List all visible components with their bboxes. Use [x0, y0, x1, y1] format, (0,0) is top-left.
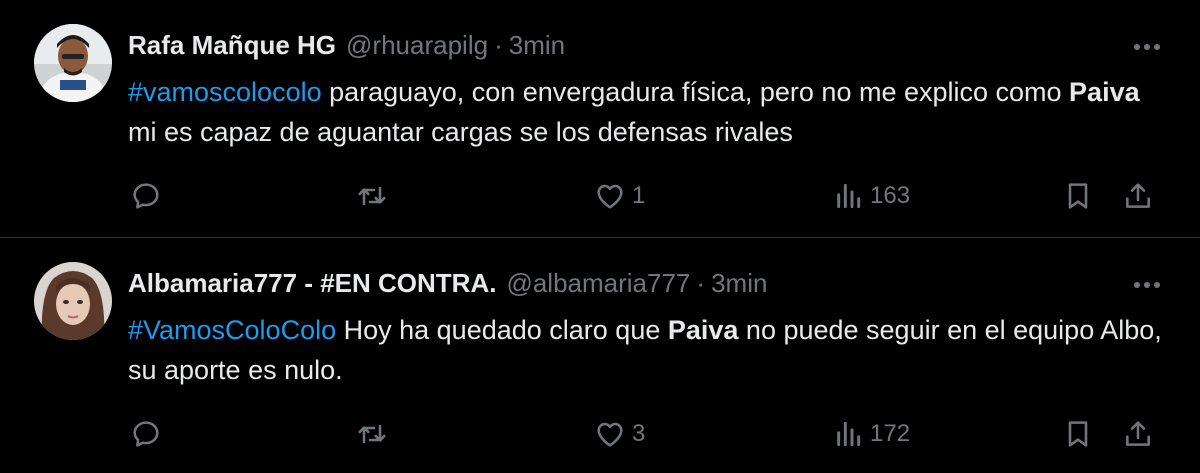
- retweet-button[interactable]: [356, 414, 388, 454]
- like-icon: [597, 184, 623, 209]
- timestamp[interactable]: 3min: [711, 268, 767, 299]
- avatar[interactable]: [34, 262, 112, 340]
- tweet-text-bold: Paiva: [667, 315, 739, 345]
- tweet-header: Rafa Mañque HG @rhuarapilg · 3min: [128, 28, 565, 62]
- reply-icon: [133, 183, 159, 209]
- reply-button[interactable]: [130, 414, 162, 454]
- retweet-icon: [358, 424, 386, 444]
- views-icon: [837, 183, 861, 209]
- bookmark-icon: [1068, 183, 1088, 209]
- views-count: 163: [870, 182, 911, 209]
- like-count: 3: [632, 420, 646, 447]
- timestamp[interactable]: 3min: [509, 30, 565, 61]
- views-count: 172: [870, 420, 911, 447]
- views-icon: [837, 421, 861, 447]
- share-button[interactable]: [1122, 176, 1154, 216]
- tweet-text-bold: Paiva: [1069, 77, 1140, 107]
- retweet-button[interactable]: [356, 176, 388, 216]
- tweet-text: #VamosColoColo Hoy ha quedado claro que …: [128, 310, 1168, 390]
- share-icon: [1126, 421, 1150, 446]
- hashtag-link[interactable]: #VamosColoColo: [128, 315, 336, 345]
- user-handle[interactable]: @albamaria777: [506, 268, 690, 299]
- display-name[interactable]: Rafa Mañque HG: [128, 30, 336, 61]
- tweet-text: #vamoscolocolo paraguayo, con envergadur…: [128, 72, 1168, 152]
- tweet-text-part: paraguayo, con envergadura física, pero …: [321, 77, 1070, 107]
- share-icon: [1126, 183, 1150, 208]
- views-button[interactable]: 163: [832, 176, 910, 216]
- action-bar: 1 163: [128, 176, 1168, 216]
- bookmark-icon: [1068, 421, 1088, 447]
- more-icon[interactable]: [1130, 30, 1164, 64]
- separator: ·: [696, 267, 706, 298]
- avatar-photo: [34, 24, 112, 102]
- avatar-photo: [34, 262, 112, 340]
- tweet[interactable]: Albamaria777 - #EN CONTRA. @albamaria777…: [0, 238, 1200, 473]
- bookmark-button[interactable]: [1062, 414, 1094, 454]
- like-button[interactable]: 1: [594, 176, 645, 216]
- avatar[interactable]: [34, 24, 112, 102]
- tweet-text-part: mi es capaz de aguantar cargas se los de…: [128, 117, 793, 147]
- share-button[interactable]: [1122, 414, 1154, 454]
- display-name[interactable]: Albamaria777 - #EN CONTRA.: [128, 268, 496, 299]
- separator: ·: [494, 29, 503, 60]
- user-handle[interactable]: @rhuarapilg: [346, 30, 488, 61]
- more-icon[interactable]: [1130, 268, 1164, 302]
- hashtag-link[interactable]: #vamoscolocolo: [128, 77, 322, 107]
- like-count: 1: [632, 182, 646, 209]
- retweet-icon: [358, 186, 386, 206]
- tweet[interactable]: Rafa Mañque HG @rhuarapilg · 3min #vamos…: [0, 0, 1200, 238]
- action-bar: 3 172: [128, 414, 1168, 454]
- like-button[interactable]: 3: [594, 414, 645, 454]
- tweet-text-part: Hoy ha quedado claro que: [336, 315, 668, 345]
- reply-button[interactable]: [130, 176, 162, 216]
- reply-icon: [133, 421, 159, 447]
- tweet-header: Albamaria777 - #EN CONTRA. @albamaria777…: [128, 266, 767, 300]
- views-button[interactable]: 172: [832, 414, 910, 454]
- bookmark-button[interactable]: [1062, 176, 1094, 216]
- like-icon: [597, 422, 623, 447]
